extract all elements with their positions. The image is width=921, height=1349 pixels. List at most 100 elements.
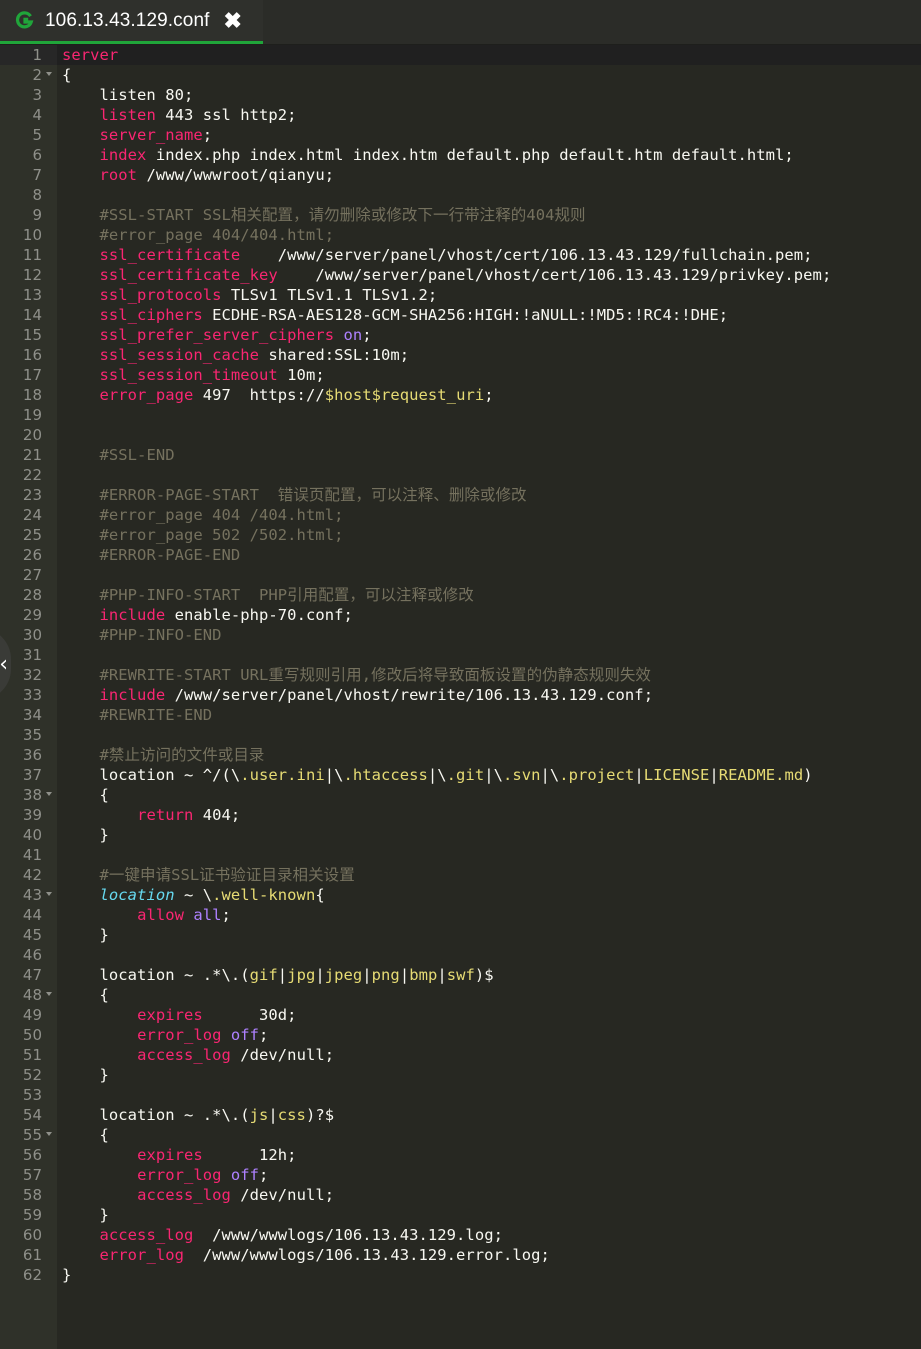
- code-text-line[interactable]: #error_page 502 /502.html;: [62, 525, 344, 545]
- code-text-line[interactable]: }: [62, 1205, 109, 1225]
- code-line[interactable]: 5 server_name;: [0, 125, 921, 145]
- code-text-line[interactable]: #error_page 404/404.html;: [62, 225, 334, 245]
- code-text-line[interactable]: #error_page 404 /404.html;: [62, 505, 344, 525]
- file-tab[interactable]: 106.13.43.129.conf ✖: [0, 0, 263, 44]
- code-text-line[interactable]: index index.php index.html index.htm def…: [62, 145, 794, 165]
- close-icon[interactable]: ✖: [224, 9, 242, 32]
- code-line[interactable]: 31: [0, 645, 921, 665]
- code-text-line[interactable]: }: [62, 1265, 71, 1285]
- code-text-line[interactable]: }: [62, 1065, 109, 1085]
- code-line[interactable]: 21 #SSL-END: [0, 445, 921, 465]
- code-text-line[interactable]: listen 80;: [62, 85, 194, 105]
- code-line[interactable]: 13 ssl_protocols TLSv1 TLSv1.1 TLSv1.2;: [0, 285, 921, 305]
- code-lines[interactable]: 1 server 2{3 listen 80; 4 listen 443 ssl ht…: [0, 45, 921, 1285]
- code-line[interactable]: 47 location ~ .*\.(gif|jpg|jpeg|png|bmp|…: [0, 965, 921, 985]
- code-line[interactable]: 44 allow all;: [0, 905, 921, 925]
- code-text-line[interactable]: {: [62, 785, 109, 805]
- code-text-line[interactable]: #ERROR-PAGE-END: [62, 545, 241, 565]
- code-line[interactable]: 46: [0, 945, 921, 965]
- code-text-line[interactable]: allow all;: [62, 905, 231, 925]
- code-line[interactable]: 10 #error_page 404/404.html;: [0, 225, 921, 245]
- code-text-line[interactable]: {: [62, 1125, 109, 1145]
- code-text-line[interactable]: #ERROR-PAGE-START 错误页配置，可以注释、删除或修改: [62, 485, 527, 505]
- code-line[interactable]: 9 #SSL-START SSL相关配置，请勿删除或修改下一行带注释的404规则: [0, 205, 921, 225]
- fold-arrow-icon[interactable]: [46, 792, 52, 796]
- code-text-line[interactable]: location ~ \.well-known{: [62, 885, 325, 905]
- code-line[interactable]: 18 error_page 497 https://$host$request_…: [0, 385, 921, 405]
- code-text-line[interactable]: }: [62, 925, 109, 945]
- code-line[interactable]: 8: [0, 185, 921, 205]
- code-line[interactable]: 25 #error_page 502 /502.html;: [0, 525, 921, 545]
- code-text-line[interactable]: include enable-php-70.conf;: [62, 605, 353, 625]
- code-text-line[interactable]: access_log /www/wwwlogs/106.13.43.129.lo…: [62, 1225, 503, 1245]
- code-line[interactable]: 35: [0, 725, 921, 745]
- code-line[interactable]: 20: [0, 425, 921, 445]
- code-line[interactable]: 41: [0, 845, 921, 865]
- fold-arrow-icon[interactable]: [46, 892, 52, 896]
- code-line[interactable]: 11 ssl_certificate /www/server/panel/vho…: [0, 245, 921, 265]
- code-text-line[interactable]: #一键申请SSL证书验证目录相关设置: [62, 865, 355, 885]
- code-line[interactable]: 14 ssl_ciphers ECDHE-RSA-AES128-GCM-SHA2…: [0, 305, 921, 325]
- code-line[interactable]: 61 error_log /www/wwwlogs/106.13.43.129.…: [0, 1245, 921, 1265]
- code-text-line[interactable]: #禁止访问的文件或目录: [62, 745, 265, 765]
- code-line[interactable]: 32 #REWRITE-START URL重写规则引用,修改后将导致面板设置的伪…: [0, 665, 921, 685]
- code-line[interactable]: 22: [0, 465, 921, 485]
- code-text-line[interactable]: #SSL-START SSL相关配置，请勿删除或修改下一行带注释的404规则: [62, 205, 586, 225]
- code-line[interactable]: 43 location ~ \.well-known{: [0, 885, 921, 905]
- code-line[interactable]: 48 {: [0, 985, 921, 1005]
- code-line[interactable]: 49 expires 30d;: [0, 1005, 921, 1025]
- code-line[interactable]: 51 access_log /dev/null;: [0, 1045, 921, 1065]
- code-editor[interactable]: 1 server 2{3 listen 80; 4 listen 443 ssl ht…: [0, 45, 921, 1349]
- code-text-line[interactable]: }: [62, 825, 109, 845]
- code-text-line[interactable]: error_log off;: [62, 1165, 268, 1185]
- code-line[interactable]: 50 error_log off;: [0, 1025, 921, 1045]
- code-text-line[interactable]: listen 443 ssl http2;: [62, 105, 297, 125]
- code-line[interactable]: 33 include /www/server/panel/vhost/rewri…: [0, 685, 921, 705]
- code-line[interactable]: 26 #ERROR-PAGE-END: [0, 545, 921, 565]
- code-line[interactable]: 57 error_log off;: [0, 1165, 921, 1185]
- code-line[interactable]: 39 return 404;: [0, 805, 921, 825]
- code-line[interactable]: 42 #一键申请SSL证书验证目录相关设置: [0, 865, 921, 885]
- code-text-line[interactable]: ssl_session_timeout 10m;: [62, 365, 325, 385]
- code-line[interactable]: 56 expires 12h;: [0, 1145, 921, 1165]
- code-line[interactable]: 54 location ~ .*\.(js|css)?$: [0, 1105, 921, 1125]
- code-line[interactable]: 30 #PHP-INFO-END: [0, 625, 921, 645]
- code-line[interactable]: 4 listen 443 ssl http2;: [0, 105, 921, 125]
- code-text-line[interactable]: #PHP-INFO-START PHP引用配置，可以注释或修改: [62, 585, 474, 605]
- code-line[interactable]: 12 ssl_certificate_key /www/server/panel…: [0, 265, 921, 285]
- code-line[interactable]: 60 access_log /www/wwwlogs/106.13.43.129…: [0, 1225, 921, 1245]
- code-text-line[interactable]: include /www/server/panel/vhost/rewrite/…: [62, 685, 653, 705]
- code-text-line[interactable]: error_log /www/wwwlogs/106.13.43.129.err…: [62, 1245, 550, 1265]
- code-line[interactable]: 16 ssl_session_cache shared:SSL:10m;: [0, 345, 921, 365]
- code-text-line[interactable]: ssl_certificate /www/server/panel/vhost/…: [62, 245, 813, 265]
- code-line[interactable]: 15 ssl_prefer_server_ciphers on;: [0, 325, 921, 345]
- code-text-line[interactable]: #REWRITE-END: [62, 705, 213, 725]
- code-text-line[interactable]: #REWRITE-START URL重写规则引用,修改后将导致面板设置的伪静态规…: [62, 665, 651, 685]
- code-line[interactable]: 34 #REWRITE-END: [0, 705, 921, 725]
- code-line[interactable]: 59 }: [0, 1205, 921, 1225]
- code-line[interactable]: 2{: [0, 65, 921, 85]
- code-line[interactable]: 29 include enable-php-70.conf;: [0, 605, 921, 625]
- code-text-line[interactable]: root /www/wwwroot/qianyu;: [62, 165, 335, 185]
- code-text-line[interactable]: {: [62, 985, 109, 1005]
- code-line[interactable]: 58 access_log /dev/null;: [0, 1185, 921, 1205]
- code-text-line[interactable]: return 404;: [62, 805, 240, 825]
- code-text-line[interactable]: location ~ .*\.(gif|jpg|jpeg|png|bmp|swf…: [62, 965, 494, 985]
- code-line[interactable]: 36 #禁止访问的文件或目录: [0, 745, 921, 765]
- code-line[interactable]: 6 index index.php index.html index.htm d…: [0, 145, 921, 165]
- code-line[interactable]: 27: [0, 565, 921, 585]
- code-line[interactable]: 62}: [0, 1265, 921, 1285]
- code-text-line[interactable]: #PHP-INFO-END: [62, 625, 222, 645]
- code-text-line[interactable]: location ~ ^/(\.user.ini|\.htaccess|\.gi…: [62, 765, 813, 785]
- code-line[interactable]: 53: [0, 1085, 921, 1105]
- code-line[interactable]: 45 }: [0, 925, 921, 945]
- code-text-line[interactable]: server_name;: [62, 125, 213, 145]
- code-line[interactable]: 3 listen 80;: [0, 85, 921, 105]
- code-line[interactable]: 7 root /www/wwwroot/qianyu;: [0, 165, 921, 185]
- code-line[interactable]: 23 #ERROR-PAGE-START 错误页配置，可以注释、删除或修改: [0, 485, 921, 505]
- fold-arrow-icon[interactable]: [46, 992, 52, 996]
- code-line[interactable]: 24 #error_page 404 /404.html;: [0, 505, 921, 525]
- code-text-line[interactable]: expires 12h;: [62, 1145, 297, 1165]
- code-line[interactable]: 19: [0, 405, 921, 425]
- code-text-line[interactable]: expires 30d;: [62, 1005, 297, 1025]
